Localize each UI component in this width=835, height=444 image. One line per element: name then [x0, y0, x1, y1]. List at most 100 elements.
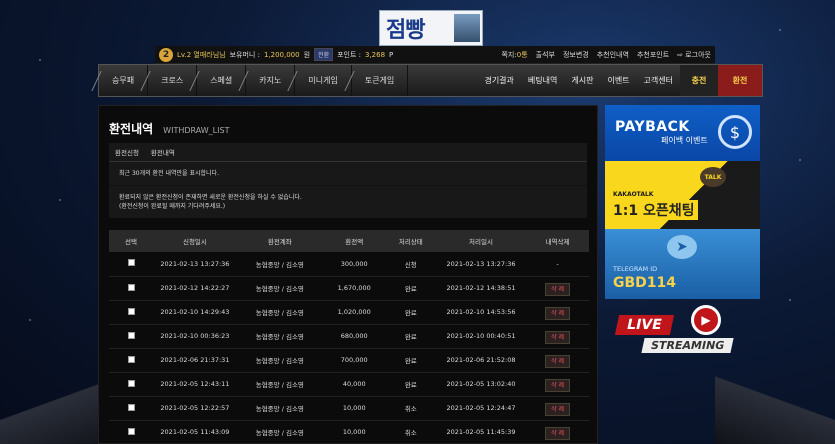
delete-button[interactable]: 삭 제 — [545, 426, 571, 440]
logo-image — [454, 14, 480, 42]
delete-button[interactable]: 삭 제 — [545, 402, 571, 416]
table-row: 2021-02-10 00:36:23 농협중앙 / 김소영 680,000 완료 20… — [109, 324, 589, 349]
delete-button[interactable]: 삭 제 — [545, 330, 571, 344]
streaming-label: STREAMING — [641, 338, 734, 353]
logout-link[interactable]: ⇨ 로그아웃 — [677, 50, 711, 60]
refund-coin-icon: $ — [718, 115, 752, 149]
row-amount: 680,000 — [322, 324, 386, 349]
row-status: 완료 — [385, 276, 436, 301]
nav-item-support[interactable]: 고객센터 — [637, 75, 680, 86]
checkbox[interactable] — [127, 331, 135, 339]
col-account: 환전계좌 — [267, 238, 292, 246]
row-status: 완료 — [385, 324, 436, 349]
row-done-date: 2021-02-05 13:02:40 — [435, 372, 527, 397]
row-checkbox[interactable] — [109, 300, 154, 325]
row-done-date: 2021-02-13 13:27:36 — [435, 252, 527, 277]
nav-left: 승무패 크로스 스페셜 카지노 미니게임 토큰게임 — [99, 65, 409, 96]
checkbox[interactable] — [127, 427, 135, 435]
row-status: 취소 — [385, 420, 436, 444]
nav-item-special[interactable]: 스페셜 — [197, 65, 247, 96]
row-checkbox[interactable] — [109, 420, 154, 444]
site-logo[interactable]: 점빵 — [379, 10, 483, 46]
checkbox[interactable] — [127, 379, 135, 387]
notice-pending: 환료되지 않은 환전신청이 존재하면 새로운 환전신청을 하실 수 없습니다. … — [109, 185, 587, 218]
row-checkbox[interactable] — [109, 348, 154, 373]
row-delete: 삭 제 — [526, 420, 589, 444]
sub-tabs: 환전신청 환전내역 — [109, 143, 587, 162]
col-select: 선택 — [125, 238, 137, 246]
row-checkbox[interactable] — [109, 276, 154, 301]
row-checkbox[interactable] — [109, 396, 154, 421]
checkbox[interactable] — [127, 307, 135, 315]
live-label: LIVE — [614, 315, 674, 335]
withdraw-button[interactable]: 환전 — [718, 65, 762, 96]
checkbox[interactable] — [127, 259, 135, 267]
table-row: 2021-02-12 14:22:27 농협중앙 / 김소영 1,670,000 완료… — [109, 276, 589, 301]
delete-button[interactable]: 삭 제 — [545, 282, 571, 296]
page-header: 환전내역 WITHDRAW_LIST — [99, 106, 597, 137]
referral-point-link[interactable]: 추천포인트 — [637, 50, 669, 60]
level-text: Lv.2 열매라님님 — [177, 50, 226, 59]
kakao-title: 1:1 오픈채팅 — [613, 200, 699, 220]
delete-button[interactable]: 삭 제 — [545, 306, 571, 320]
delete-button[interactable]: 삭 제 — [545, 354, 571, 368]
row-status: 신청 — [385, 252, 436, 277]
user-links: 쪽지:0통 출석부 정보변경 추천인내역 추천포인트 ⇨ 로그아웃 — [501, 50, 711, 60]
col-amount: 환전액 — [345, 238, 364, 246]
table-row: 2021-02-05 11:43:09 농협중앙 / 김소영 10,000 취소 202… — [109, 420, 589, 444]
profile-link[interactable]: 정보변경 — [563, 50, 589, 60]
attendance-link[interactable]: 출석부 — [536, 50, 555, 60]
nav-item-results[interactable]: 경기결과 — [477, 75, 520, 86]
row-done-date: 2021-02-10 14:53:56 — [435, 300, 527, 325]
row-delete: 삭 제 — [526, 348, 589, 373]
row-delete: 삭 제 — [526, 372, 589, 397]
payback-banner[interactable]: PAYBACK 페이백 이벤트 $ — [605, 105, 760, 161]
row-account: 농협중앙 / 김소영 — [236, 396, 323, 421]
referral-link[interactable]: 추천인내역 — [597, 50, 629, 60]
kakao-banner[interactable]: TALK KAKAOTALK 1:1 오픈채팅 — [605, 161, 760, 229]
row-account: 농협중앙 / 김소영 — [236, 300, 323, 325]
user-bar: 2 Lv.2 열매라님님 보유머니 : 1,200,000 원 전환 포인트 :… — [155, 46, 715, 64]
row-account: 농협중앙 / 김소영 — [236, 324, 323, 349]
row-checkbox[interactable] — [109, 252, 154, 277]
nav-item-1x2[interactable]: 승무패 — [99, 65, 149, 96]
convert-button[interactable]: 전환 — [314, 48, 334, 61]
nav-item-board[interactable]: 게시판 — [564, 75, 600, 86]
tab-withdraw-history[interactable]: 환전내역 — [151, 147, 175, 157]
table-row: 2021-02-05 12:22:57 농협중앙 / 김소영 10,000 취소 202… — [109, 396, 589, 421]
row-delete: 삭 제 — [526, 300, 589, 325]
message-link[interactable]: 쪽지:0통 — [501, 50, 527, 60]
row-status: 취소 — [385, 396, 436, 421]
row-request-date: 2021-02-10 00:36:23 — [153, 324, 237, 349]
row-request-date: 2021-02-10 14:29:43 — [153, 300, 237, 325]
checkbox[interactable] — [127, 355, 135, 363]
nav-item-minigame[interactable]: 미니게임 — [295, 65, 352, 96]
row-checkbox[interactable] — [109, 324, 154, 349]
nav-item-token[interactable]: 토큰게임 — [352, 65, 409, 96]
table-row: 2021-02-13 13:27:36 농협중앙 / 김소영 300,000 신청 20… — [109, 252, 589, 277]
nav-item-cross[interactable]: 크로스 — [148, 65, 198, 96]
live-streaming-banner[interactable]: LIVE ▶ STREAMING — [605, 305, 760, 369]
side-banners: PAYBACK 페이백 이벤트 $ TALK KAKAOTALK 1:1 오픈채… — [605, 105, 760, 369]
nav-right: 경기결과 베팅내역 게시판 이벤트 고객센터 충전 환전 — [477, 65, 762, 96]
nav-item-bets[interactable]: 베팅내역 — [521, 75, 564, 86]
row-delete: - — [526, 252, 589, 277]
nav-item-event[interactable]: 이벤트 — [600, 75, 636, 86]
row-delete: 삭 제 — [526, 276, 589, 301]
col-done-date: 처리일시 — [469, 238, 493, 246]
row-account: 농협중앙 / 김소영 — [236, 348, 323, 373]
row-delete: 삭 제 — [526, 396, 589, 421]
page-title: 환전내역 — [109, 122, 154, 136]
charge-button[interactable]: 충전 — [680, 65, 718, 96]
delete-button[interactable]: 삭 제 — [545, 378, 571, 392]
row-status: 완료 — [385, 348, 436, 373]
row-done-date: 2021-02-05 12:24:47 — [435, 396, 527, 421]
tab-withdraw-request[interactable]: 환전신청 — [115, 147, 139, 157]
main-nav: 승무패 크로스 스페셜 카지노 미니게임 토큰게임 경기결과 베팅내역 게시판 … — [98, 64, 763, 97]
checkbox[interactable] — [127, 283, 135, 291]
row-checkbox[interactable] — [109, 372, 154, 397]
nav-item-casino[interactable]: 카지노 — [246, 65, 296, 96]
point-label: 포인트 : — [337, 50, 361, 59]
telegram-banner[interactable]: ➤ TELEGRAM ID GBD114 — [605, 229, 760, 299]
checkbox[interactable] — [127, 403, 135, 411]
